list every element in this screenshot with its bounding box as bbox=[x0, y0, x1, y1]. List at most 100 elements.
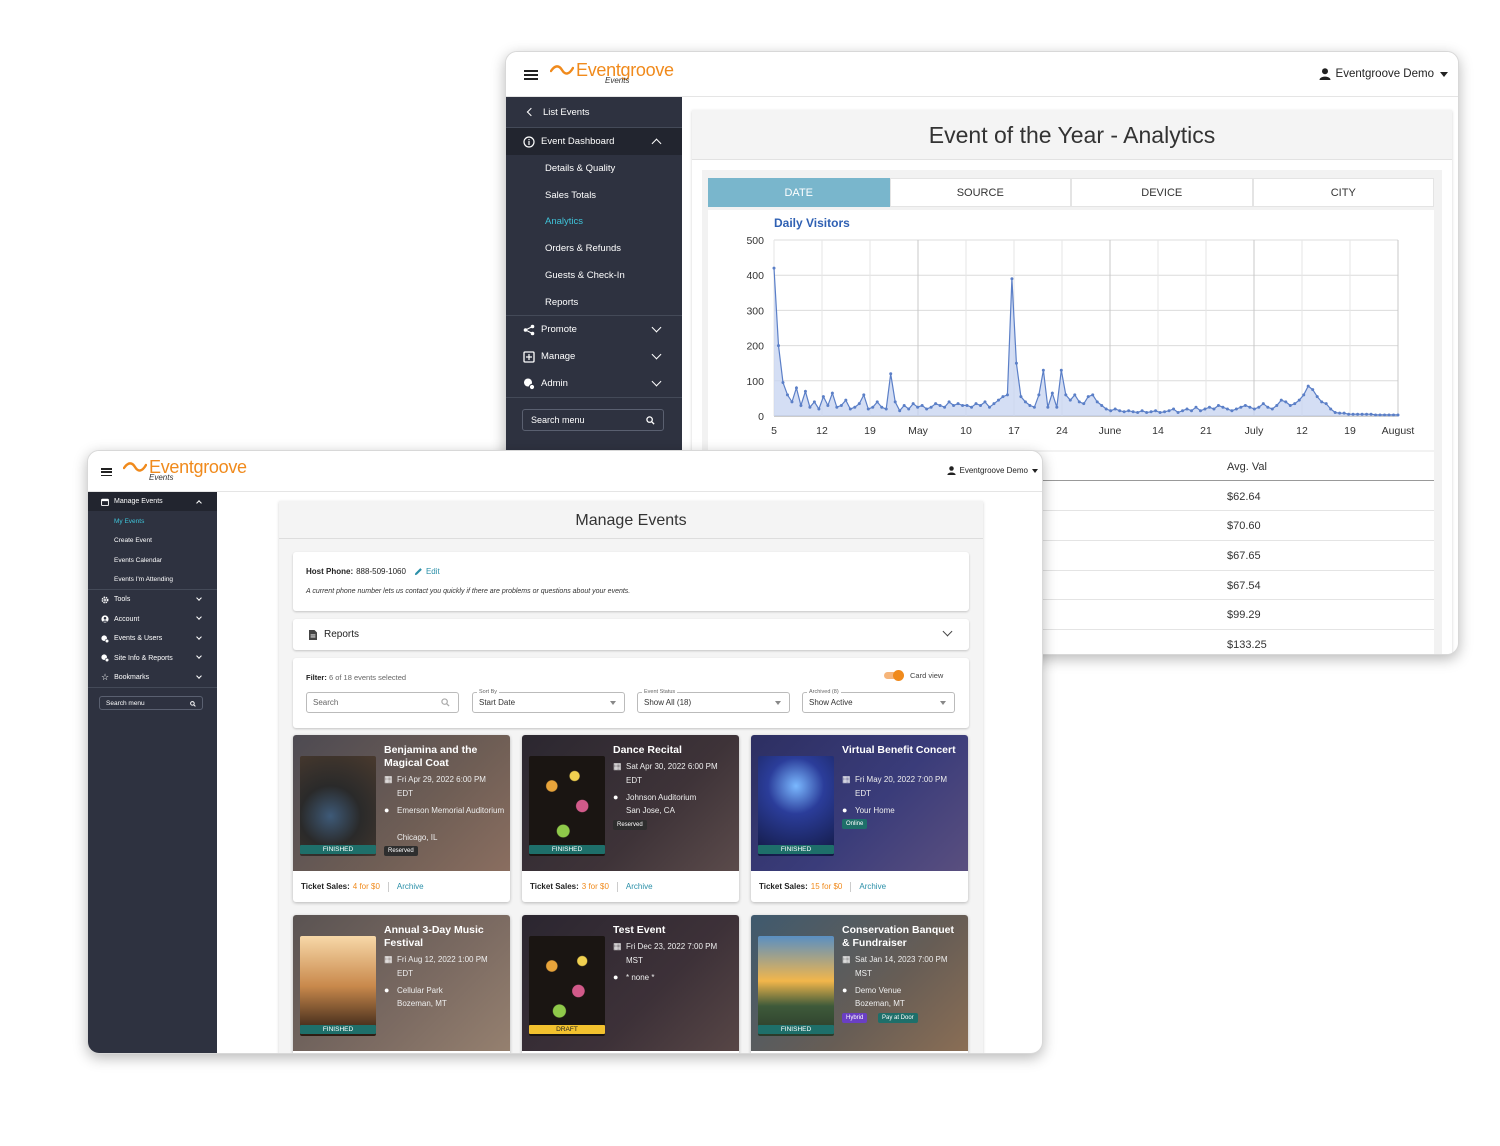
data-point[interactable] bbox=[1149, 410, 1153, 414]
data-point[interactable] bbox=[1158, 410, 1162, 414]
data-point[interactable] bbox=[947, 400, 951, 404]
sidebar-item-analytics[interactable]: Analytics bbox=[506, 208, 682, 235]
data-point[interactable] bbox=[1288, 403, 1292, 407]
data-point[interactable] bbox=[1239, 405, 1243, 409]
data-point[interactable] bbox=[1176, 410, 1180, 414]
data-point[interactable] bbox=[1131, 410, 1135, 414]
data-point[interactable] bbox=[1086, 395, 1090, 399]
data-point[interactable] bbox=[776, 344, 780, 348]
data-point[interactable] bbox=[952, 403, 956, 407]
data-point[interactable] bbox=[1284, 400, 1288, 404]
data-point[interactable] bbox=[1014, 361, 1018, 365]
sidebar-item-events-calendar[interactable]: Events Calendar bbox=[88, 550, 217, 570]
data-point[interactable] bbox=[1050, 391, 1054, 395]
event-card[interactable]: DRAFT Test Event ▦ Fri Dec 23, 2022 7:00 … bbox=[522, 915, 739, 1053]
sidebar-item-guests[interactable]: Guests & Check-In bbox=[506, 262, 682, 289]
event-card[interactable]: FINISHED Conservation Banquet & Fundrais… bbox=[751, 915, 968, 1053]
event-card[interactable]: FINISHED Dance Recital ▦ Sat Apr 30, 2022… bbox=[522, 735, 739, 902]
sidebar-section-manage-events[interactable]: Manage Events bbox=[88, 492, 217, 511]
data-point[interactable] bbox=[1378, 413, 1382, 417]
data-point[interactable] bbox=[875, 400, 879, 404]
data-point[interactable] bbox=[1037, 393, 1041, 397]
data-point[interactable] bbox=[1297, 398, 1301, 402]
data-point[interactable] bbox=[1356, 412, 1360, 416]
data-point[interactable] bbox=[839, 403, 843, 407]
data-point[interactable] bbox=[1019, 395, 1023, 399]
data-point[interactable] bbox=[907, 407, 911, 411]
data-point[interactable] bbox=[925, 407, 929, 411]
data-point[interactable] bbox=[1306, 384, 1310, 388]
sidebar-group-manage[interactable]: Manage bbox=[506, 343, 682, 370]
tab-date[interactable]: DATE bbox=[708, 178, 890, 207]
data-point[interactable] bbox=[1234, 407, 1238, 411]
data-point[interactable] bbox=[1113, 407, 1117, 411]
data-point[interactable] bbox=[987, 405, 991, 409]
data-point[interactable] bbox=[1082, 402, 1086, 406]
data-point[interactable] bbox=[1005, 393, 1009, 397]
data-point[interactable] bbox=[1324, 402, 1328, 406]
sidebar-item-create-event[interactable]: Create Event bbox=[88, 531, 217, 550]
data-point[interactable] bbox=[1118, 409, 1122, 413]
data-point[interactable] bbox=[1252, 407, 1256, 411]
event-card[interactable]: FINISHED Virtual Benefit Concert ▦ Fri Ma… bbox=[751, 735, 968, 902]
data-point[interactable] bbox=[1185, 407, 1189, 411]
data-point[interactable] bbox=[1360, 412, 1364, 416]
data-point[interactable] bbox=[961, 403, 965, 407]
data-point[interactable] bbox=[1275, 403, 1279, 407]
data-point[interactable] bbox=[1315, 395, 1319, 399]
data-point[interactable] bbox=[1068, 398, 1072, 402]
sidebar-item-my-events[interactable]: My Events bbox=[88, 511, 217, 531]
tab-city[interactable]: CITY bbox=[1252, 178, 1434, 207]
data-point[interactable] bbox=[1041, 368, 1045, 372]
data-point[interactable] bbox=[974, 402, 978, 406]
sort-by-select[interactable]: Sort By Start Date bbox=[472, 689, 625, 713]
data-point[interactable] bbox=[1311, 388, 1315, 392]
data-point[interactable] bbox=[1032, 405, 1036, 409]
data-point[interactable] bbox=[808, 405, 812, 409]
sidebar-search-input[interactable]: Search menu bbox=[99, 696, 203, 710]
data-point[interactable] bbox=[781, 381, 785, 385]
data-point[interactable] bbox=[983, 400, 987, 404]
data-point[interactable] bbox=[844, 398, 848, 402]
card-archive-link[interactable]: Archive bbox=[397, 882, 424, 891]
event-title[interactable]: Benjamina and the Magical Coat bbox=[384, 744, 506, 770]
data-point[interactable] bbox=[1383, 413, 1387, 417]
data-point[interactable] bbox=[1302, 393, 1306, 397]
sidebar-item-details[interactable]: Details & Quality bbox=[506, 155, 682, 182]
data-point[interactable] bbox=[1059, 368, 1063, 372]
data-point[interactable] bbox=[1338, 411, 1342, 415]
data-point[interactable] bbox=[929, 405, 933, 409]
data-point[interactable] bbox=[943, 405, 947, 409]
event-status-select[interactable]: Event Status Show All (18) bbox=[637, 689, 790, 713]
data-point[interactable] bbox=[1396, 413, 1400, 417]
sidebar-item-attending[interactable]: Events I'm Attending bbox=[88, 570, 217, 589]
data-point[interactable] bbox=[1374, 413, 1378, 417]
sidebar-item-sales[interactable]: Sales Totals bbox=[506, 182, 682, 209]
event-title[interactable]: Dance Recital bbox=[613, 744, 735, 757]
event-title[interactable]: Conservation Banquet & Fundraiser bbox=[842, 924, 964, 950]
data-point[interactable] bbox=[826, 403, 830, 407]
data-point[interactable] bbox=[1261, 402, 1265, 406]
data-point[interactable] bbox=[992, 402, 996, 406]
data-point[interactable] bbox=[996, 398, 1000, 402]
event-card[interactable]: FINISHED Annual 3-Day Music Festival ▦ Fr… bbox=[293, 915, 510, 1053]
data-point[interactable] bbox=[979, 403, 983, 407]
data-point[interactable] bbox=[1023, 400, 1027, 404]
data-point[interactable] bbox=[1293, 402, 1297, 406]
data-point[interactable] bbox=[790, 400, 794, 404]
data-point[interactable] bbox=[1055, 405, 1059, 409]
data-point[interactable] bbox=[898, 409, 902, 413]
event-title[interactable]: Annual 3-Day Music Festival bbox=[384, 924, 506, 950]
sidebar-item-orders[interactable]: Orders & Refunds bbox=[506, 235, 682, 262]
data-point[interactable] bbox=[1145, 410, 1149, 414]
data-point[interactable] bbox=[1167, 409, 1171, 413]
data-point[interactable] bbox=[1230, 409, 1234, 413]
data-point[interactable] bbox=[1189, 409, 1193, 413]
user-menu[interactable]: Eventgroove Demo bbox=[1319, 68, 1448, 80]
data-point[interactable] bbox=[889, 372, 893, 376]
event-title[interactable]: Test Event bbox=[613, 924, 735, 937]
data-point[interactable] bbox=[1010, 277, 1014, 281]
data-point[interactable] bbox=[1225, 407, 1229, 411]
data-point[interactable] bbox=[1109, 409, 1113, 413]
data-point[interactable] bbox=[812, 400, 816, 404]
